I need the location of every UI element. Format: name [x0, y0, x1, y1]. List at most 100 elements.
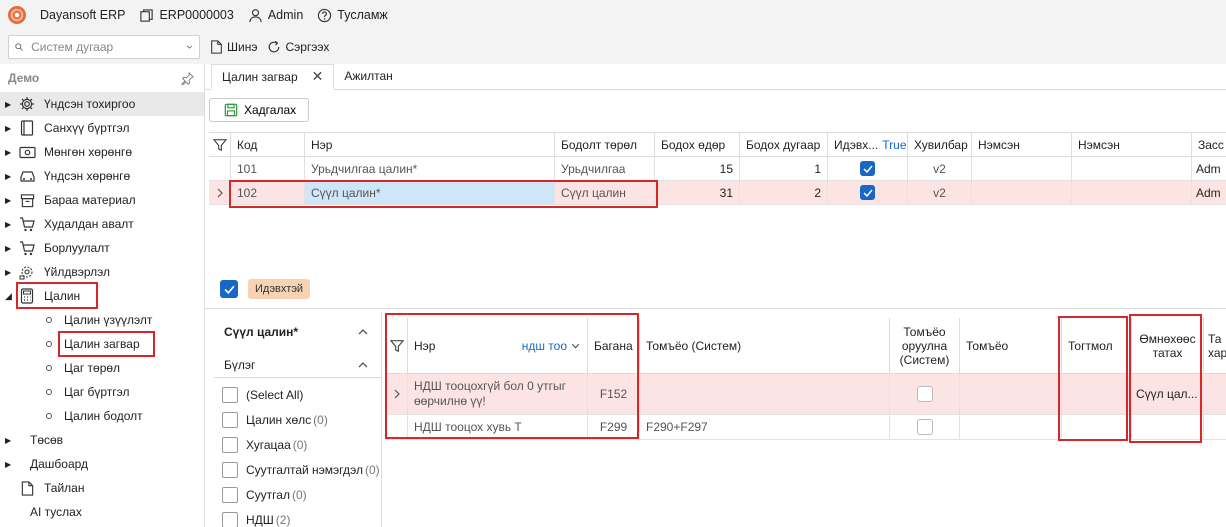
cell-calc-number[interactable]: 1 [740, 157, 828, 180]
column-header-name[interactable]: Нэр [305, 133, 555, 156]
cell-calc-number[interactable]: 2 [740, 181, 828, 204]
filter-tag-active[interactable]: Идэвхтэй [248, 279, 311, 299]
checkbox[interactable] [916, 419, 933, 435]
cell-pull-previous[interactable] [1132, 415, 1204, 439]
sidebar-item-fixed-assets[interactable]: ▶ Үндсэн хөрөнгө [0, 164, 204, 188]
cell-formula[interactable] [960, 374, 1062, 414]
column-header-formula[interactable]: Томъёо [960, 318, 1062, 373]
table-row[interactable]: НДШ тооцох хувь Т F299 F290+F297 [386, 415, 1226, 440]
checkbox-checked[interactable] [860, 161, 875, 176]
sidebar-item-general-settings[interactable]: ▶ Үндсэн тохиргоо [0, 92, 204, 116]
cell-name[interactable]: НДШ тооцох хувь Т [408, 415, 588, 439]
sidebar-item-finance[interactable]: ▶ Санхүү бүртгэл [0, 116, 204, 140]
cell-formula-system[interactable] [640, 374, 890, 414]
cell-next[interactable] [1204, 374, 1226, 414]
cell-name[interactable]: Урьдчилгаа цалин* [305, 157, 555, 180]
close-icon[interactable]: ✕ [312, 68, 324, 85]
sidebar-item-sales[interactable]: ▶ Борлуулалт [0, 236, 204, 260]
column-header-name[interactable]: Нэр ндш тоо [408, 318, 588, 373]
sidebar-item-inventory[interactable]: ▶ Бараа материал [0, 188, 204, 212]
filter-enabled-checkbox[interactable] [220, 280, 238, 298]
column-filter-dropdown[interactable]: ндш тоо [522, 339, 581, 353]
column-header-column[interactable]: Багана [588, 318, 640, 373]
erp-code-button[interactable]: ERP0000003 [139, 8, 234, 23]
user-button[interactable]: Admin [248, 8, 303, 23]
filter-option[interactable]: (Select All) [214, 382, 381, 407]
cell-constant[interactable] [1062, 374, 1132, 414]
cell-active[interactable] [828, 181, 908, 204]
cell-added-by[interactable] [972, 157, 1072, 180]
cell-formula-system[interactable]: F290+F297 [640, 415, 890, 439]
sidebar-item-salary[interactable]: ◢ Цалин [0, 284, 204, 308]
expand-arrow-icon[interactable]: ▶ [5, 460, 13, 469]
expand-arrow-icon[interactable]: ▶ [5, 124, 13, 133]
column-header-code[interactable]: Код [231, 133, 305, 156]
cell-name[interactable]: НДШ тооцохгүй бол 0 утгыг өөрчилнө үү! [408, 374, 588, 414]
column-header-added-date[interactable]: Нэмсэн [1072, 133, 1192, 156]
filter-option[interactable]: Суутгал (0) [214, 482, 381, 507]
column-header-added-by[interactable]: Нэмсэн [972, 133, 1072, 156]
search-input[interactable] [31, 40, 187, 54]
sidebar-item-dashboard[interactable]: ▶ Дашбоард [0, 452, 204, 476]
chevron-up-icon[interactable] [357, 360, 369, 370]
cell-formula-insert-system[interactable] [890, 374, 960, 414]
cell-code[interactable]: 102 [231, 181, 305, 204]
table-row[interactable]: 101 Урьдчилгаа цалин* Урьдчилгаа 15 1 v2… [209, 157, 1226, 181]
cell-column[interactable]: F299 [588, 415, 640, 439]
search-box[interactable] [8, 35, 200, 59]
cell-formula-insert-system[interactable] [890, 415, 960, 439]
column-header-pull-previous[interactable]: Өмнөхөөс татах [1132, 318, 1204, 373]
column-header-calc-number[interactable]: Бодох дугаар [740, 133, 828, 156]
checkbox[interactable] [222, 436, 238, 453]
save-button[interactable]: Хадгалах [209, 98, 310, 122]
grid-filter-button[interactable] [209, 133, 231, 156]
sidebar-item-cash[interactable]: ▶ Мөнгөн хөрөнгө [0, 140, 204, 164]
checkbox[interactable] [222, 461, 238, 478]
cell-version[interactable]: v2 [908, 181, 972, 204]
column-header-calc-type[interactable]: Бодолт төрөл [555, 133, 655, 156]
column-header-edited-by[interactable]: Засс [1192, 133, 1226, 156]
cell-edited-by[interactable]: Adm [1192, 157, 1226, 180]
expand-arrow-icon[interactable]: ▶ [5, 436, 13, 445]
chevron-down-icon[interactable] [186, 41, 193, 53]
cell-added-date[interactable] [1072, 157, 1192, 180]
column-header-formula-insert-system[interactable]: Томъёо оруулна (Систем) [890, 318, 960, 373]
cell-calc-type[interactable]: Сүүл цалин [555, 181, 655, 204]
checkbox[interactable] [222, 486, 238, 503]
sidebar-item-purchase[interactable]: ▶ Худалдан авалт [0, 212, 204, 236]
column-header-version[interactable]: Хувилбар [908, 133, 972, 156]
new-button[interactable]: Шинэ [210, 40, 257, 54]
pin-icon[interactable] [181, 71, 194, 85]
expand-arrow-icon[interactable]: ▶ [5, 148, 13, 157]
cell-column[interactable]: F152 [588, 374, 640, 414]
sidebar-subitem-time-registration[interactable]: Цаг бүртгэл [0, 380, 204, 404]
sidebar-item-ai-assistant[interactable]: AI туслах [0, 500, 204, 524]
cell-edited-by[interactable]: Adm [1192, 181, 1226, 204]
cell-code[interactable]: 101 [231, 157, 305, 180]
grid-filter-button[interactable] [386, 318, 408, 373]
sidebar-subitem-time-type[interactable]: Цаг төрөл [0, 356, 204, 380]
sidebar-subitem-salary-template[interactable]: Цалин загвар [0, 332, 204, 356]
sidebar-item-report[interactable]: Тайлан [0, 476, 204, 500]
expand-arrow-icon[interactable]: ▶ [5, 172, 13, 181]
cell-calc-day[interactable]: 15 [655, 157, 740, 180]
cell-active[interactable] [828, 157, 908, 180]
filter-option[interactable]: Суутгалтай нэмэгдэл (0) [214, 457, 381, 482]
column-header-active[interactable]: Идэвх... True [828, 133, 908, 156]
sidebar-item-production[interactable]: ▶ Үйлдвэрлэл [0, 260, 204, 284]
checkbox[interactable] [916, 386, 933, 402]
table-row-selected[interactable]: НДШ тооцохгүй бол 0 утгыг өөрчилнө үү! F… [386, 374, 1226, 415]
app-name[interactable]: Dayansoft ERP [40, 8, 125, 22]
chevron-up-icon[interactable] [357, 327, 369, 337]
cell-calc-type[interactable]: Урьдчилгаа [555, 157, 655, 180]
column-header-calc-day[interactable]: Бодох өдөр [655, 133, 740, 156]
checkbox-checked[interactable] [860, 185, 875, 200]
cell-constant[interactable] [1062, 415, 1132, 439]
cell-calc-day[interactable]: 31 [655, 181, 740, 204]
checkbox[interactable] [222, 511, 238, 527]
table-row-selected[interactable]: 102 Сүүл цалин* Сүүл цалин 31 2 v2 Adm [209, 181, 1226, 205]
cell-added-by[interactable] [972, 181, 1072, 204]
checkbox[interactable] [222, 386, 238, 403]
cell-name[interactable]: Сүүл цалин* [305, 181, 555, 204]
sidebar-subitem-salary-indicator[interactable]: Цалин үзүүлэлт [0, 308, 204, 332]
